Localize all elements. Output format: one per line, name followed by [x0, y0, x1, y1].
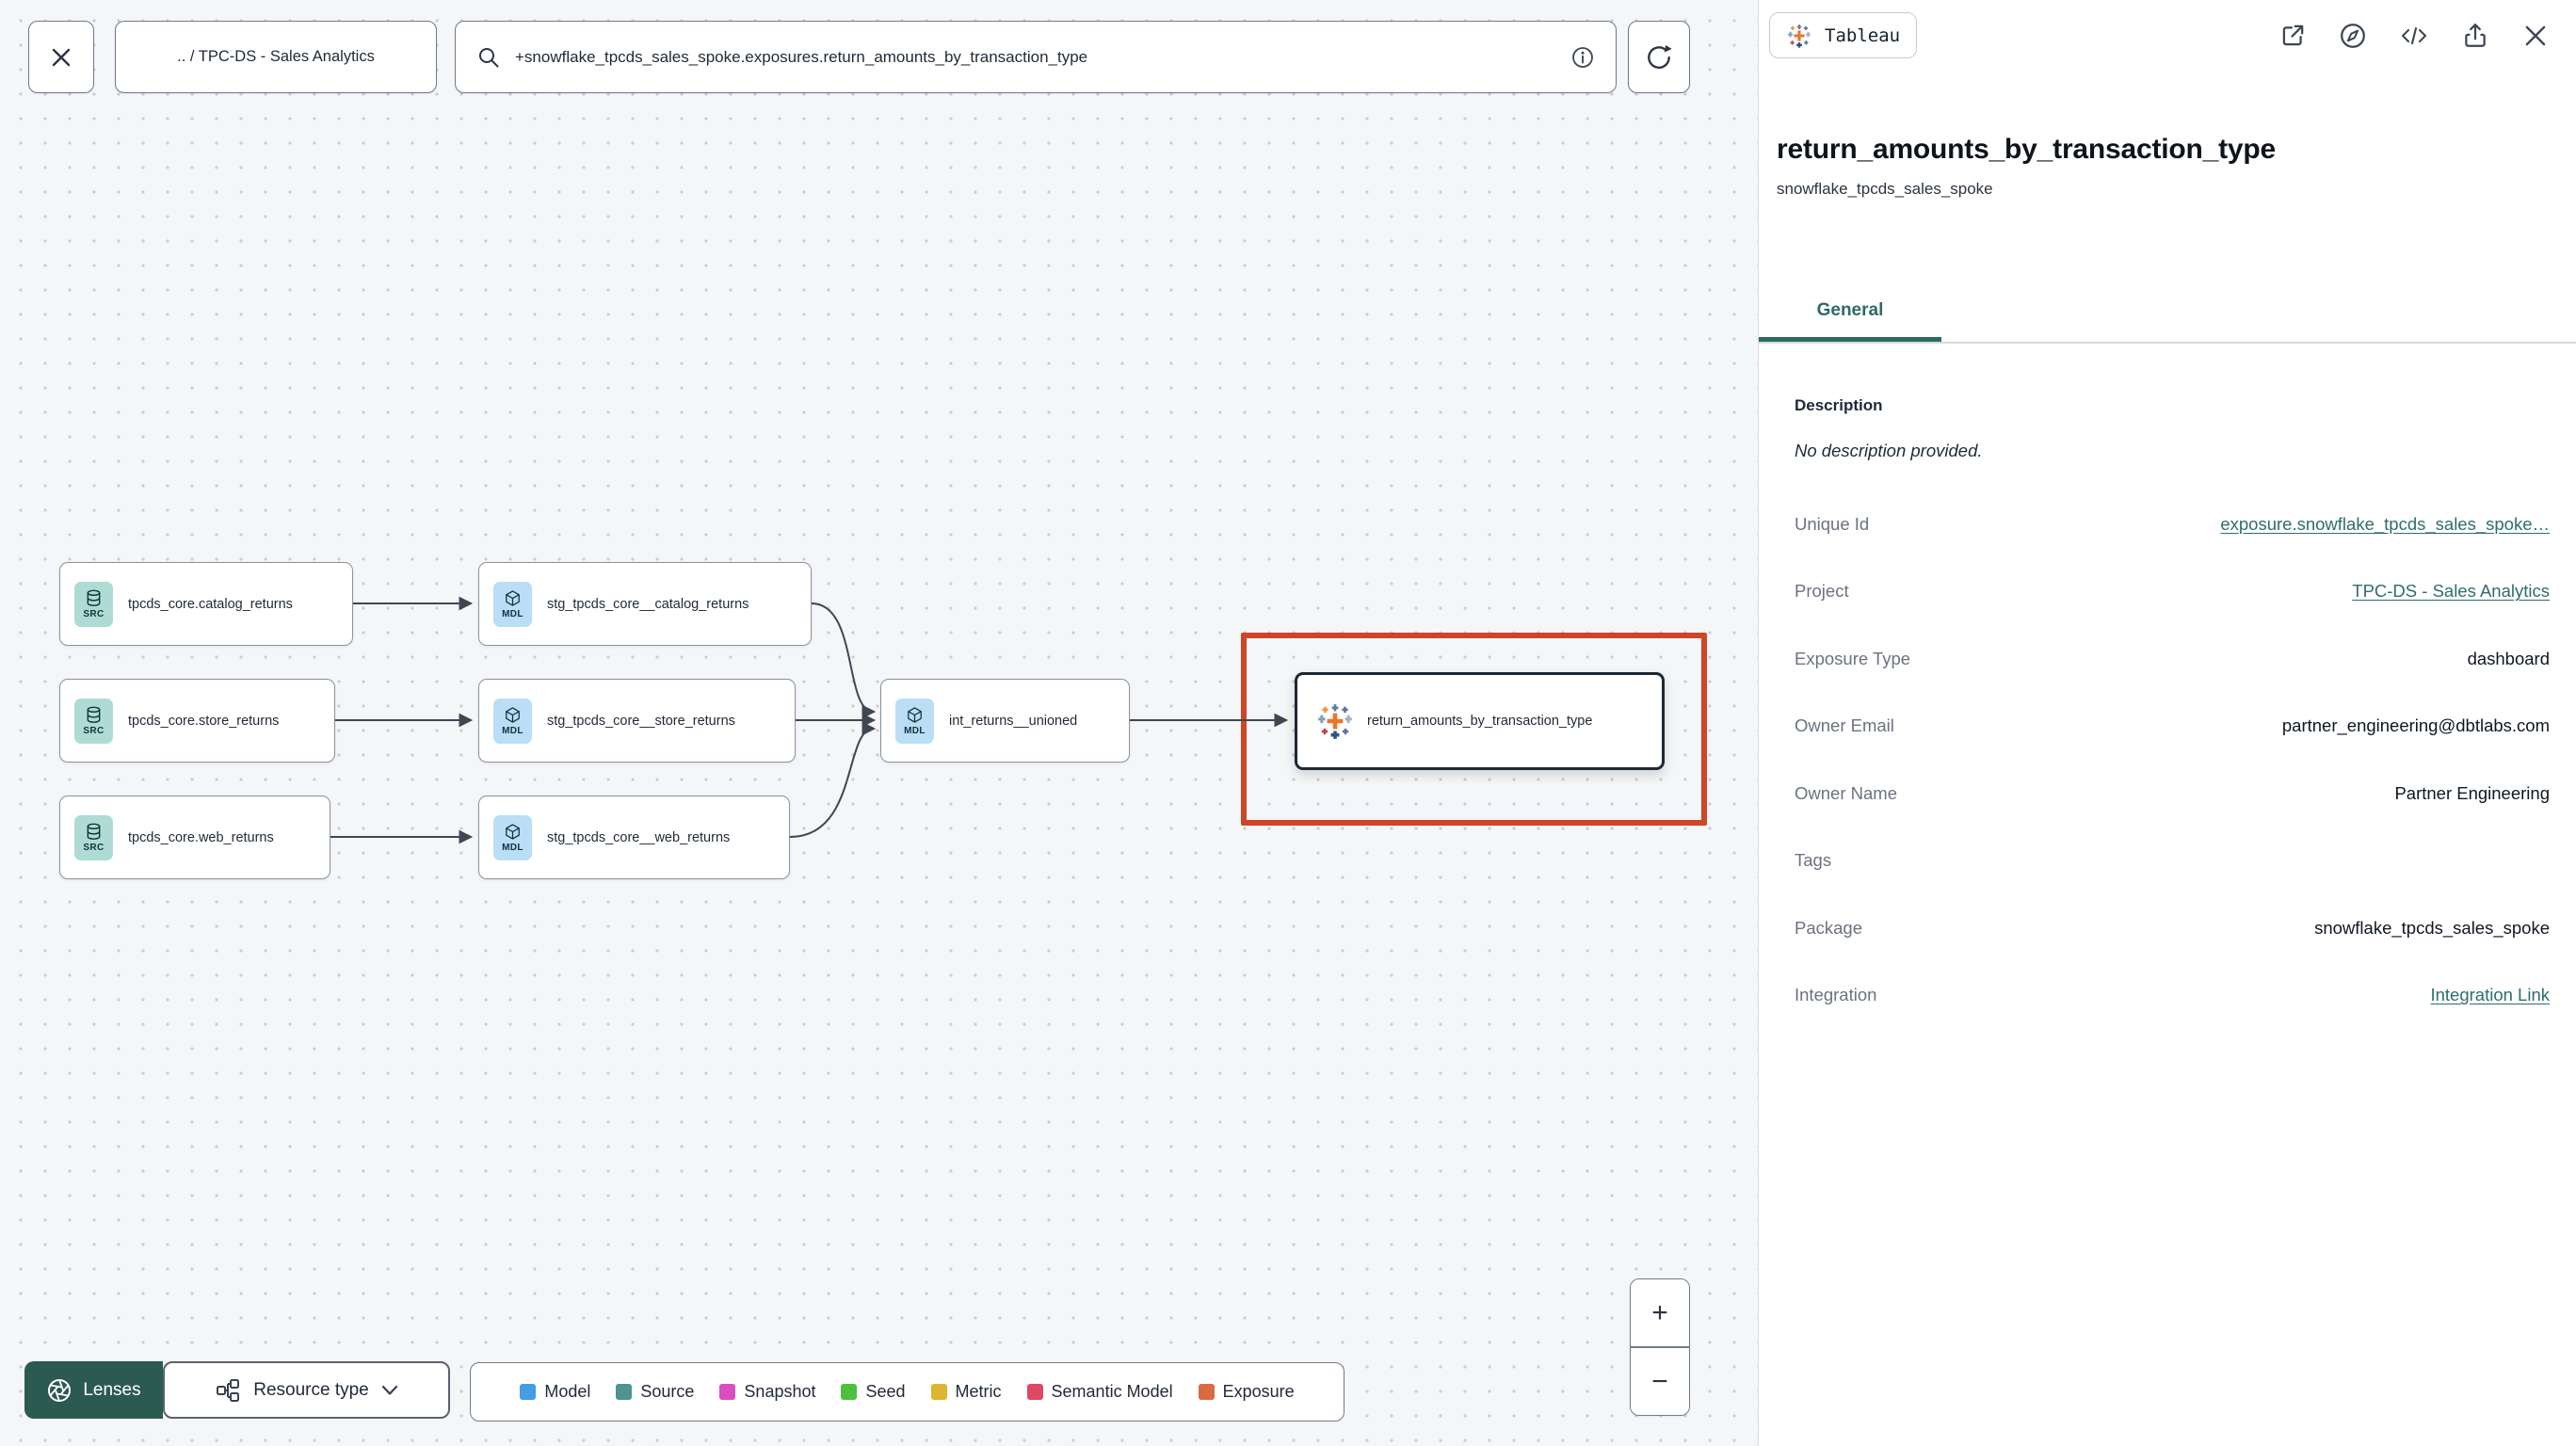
lineage-canvas[interactable]: .. / TPC-DS - Sales Analytics +snowflake…: [0, 0, 1758, 1446]
node-label: tpcds_core.catalog_returns: [128, 596, 293, 612]
page-title: return_amounts_by_transaction_type: [1777, 134, 2277, 165]
resource-type-icon: [217, 1378, 240, 1402]
exposure-type-value: dashboard: [2467, 648, 2550, 668]
tab-general[interactable]: General: [1759, 281, 1941, 342]
node-label: stg_tpcds_core__web_returns: [547, 829, 731, 845]
row-owner-name: Owner Name Partner Engineering: [1795, 782, 2550, 803]
cube-icon: [506, 706, 520, 723]
node-tpcds-core-web-returns[interactable]: SRC tpcds_core.web_returns: [59, 795, 330, 879]
node-return-amounts-by-transaction-type[interactable]: return_amounts_by_transaction_type: [1295, 672, 1665, 770]
node-label: stg_tpcds_core__catalog_returns: [547, 596, 749, 612]
row-tags: Tags: [1795, 850, 1832, 871]
exposure-swatch: [1198, 1384, 1215, 1400]
source-badge: SRC: [74, 814, 113, 860]
model-badge: MDL: [493, 698, 532, 744]
row-integration: Integration Integration Link: [1795, 985, 2550, 1005]
cube-icon: [908, 706, 922, 723]
node-label: int_returns__unioned: [949, 713, 1078, 729]
integration-badge-label: Tableau: [1825, 24, 1901, 46]
legend-item-snapshot: Snapshot: [719, 1382, 815, 1402]
lenses-aperture-icon: [48, 1378, 72, 1402]
legend-item-metric: Metric: [930, 1382, 1002, 1402]
row-project: Project TPC-DS - Sales Analytics: [1795, 581, 2550, 602]
zoom-controls: + −: [1630, 1278, 1690, 1416]
resource-type-legend: Model Source Snapshot Seed Metric Semant…: [470, 1362, 1344, 1422]
database-icon: [87, 706, 101, 723]
source-badge: SRC: [74, 581, 113, 627]
legend-item-exposure: Exposure: [1198, 1382, 1295, 1402]
model-badge: MDL: [493, 581, 532, 627]
node-label: tpcds_core.web_returns: [128, 829, 274, 845]
project-link[interactable]: TPC-DS - Sales Analytics: [2352, 581, 2550, 602]
node-tpcds-core-catalog-returns[interactable]: SRC tpcds_core.catalog_returns: [59, 562, 353, 646]
node-stg-web-returns[interactable]: MDL stg_tpcds_core__web_returns: [478, 795, 790, 879]
metric-swatch: [930, 1384, 947, 1400]
model-badge: MDL: [493, 814, 532, 860]
row-package: Package snowflake_tpcds_sales_spoke: [1795, 917, 2550, 938]
close-panel-icon[interactable]: [2521, 22, 2550, 50]
database-icon: [87, 589, 101, 606]
lenses-label: Lenses: [83, 1379, 141, 1400]
node-label: return_amounts_by_transaction_type: [1367, 714, 1593, 729]
source-swatch: [616, 1384, 633, 1400]
tableau-logo-icon: [1788, 24, 1811, 48]
source-badge: SRC: [74, 698, 113, 744]
chevron-down-icon: [381, 1385, 397, 1395]
row-unique-id: Unique Id exposure.snowflake_tpcds_sales…: [1795, 513, 2550, 535]
integration-link[interactable]: Integration Link: [2430, 985, 2550, 1005]
row-exposure-type: Exposure Type dashboard: [1795, 648, 2550, 668]
resource-type-dropdown[interactable]: Resource type: [163, 1361, 450, 1419]
cube-icon: [506, 823, 520, 840]
lenses-button[interactable]: Lenses: [24, 1361, 163, 1419]
node-label: stg_tpcds_core__store_returns: [547, 713, 735, 729]
database-icon: [87, 823, 101, 840]
owner-name-value: Partner Engineering: [2394, 782, 2550, 803]
node-stg-catalog-returns[interactable]: MDL stg_tpcds_core__catalog_returns: [478, 562, 812, 646]
unique-id-link[interactable]: exposure.snowflake_tpcds_sales_spoke…: [2220, 514, 2550, 535]
row-owner-email: Owner Email partner_engineering@dbtlabs.…: [1795, 715, 2550, 736]
description-heading: Description: [1795, 396, 1883, 414]
integration-badge: Tableau: [1769, 12, 1918, 58]
snapshot-swatch: [719, 1384, 736, 1400]
node-stg-store-returns[interactable]: MDL stg_tpcds_core__store_returns: [478, 679, 796, 763]
node-int-returns-unioned[interactable]: MDL int_returns__unioned: [880, 679, 1130, 763]
node-label: tpcds_core.store_returns: [128, 713, 280, 729]
panel-actions: [2278, 22, 2550, 50]
explore-icon[interactable]: [2339, 22, 2367, 50]
model-badge: MDL: [895, 698, 934, 744]
node-tpcds-core-store-returns[interactable]: SRC tpcds_core.store_returns: [59, 679, 335, 763]
tableau-logo-icon: [1318, 704, 1352, 739]
panel-tabs: General: [1759, 281, 2576, 344]
code-icon[interactable]: [2399, 23, 2429, 49]
legend-item-source: Source: [616, 1382, 694, 1402]
share-icon[interactable]: [2461, 22, 2489, 50]
open-in-new-icon[interactable]: [2278, 22, 2307, 50]
seed-swatch: [841, 1384, 858, 1400]
panel-header: Tableau: [1759, 0, 2576, 58]
legend-item-model: Model: [520, 1382, 590, 1402]
legend-item-seed: Seed: [841, 1382, 906, 1402]
description-empty-text: No description provided.: [1795, 441, 1983, 460]
panel-body: Description No description provided. Uni…: [1759, 396, 2576, 1029]
package-value: snowflake_tpcds_sales_spoke: [2314, 917, 2550, 938]
cube-icon: [506, 589, 520, 606]
details-panel: Tableau return_amounts_by_transaction_ty…: [1758, 0, 2576, 1446]
details-rows: Unique Id exposure.snowflake_tpcds_sales…: [1795, 490, 2550, 1029]
package-subtitle: snowflake_tpcds_sales_spoke: [1777, 180, 1993, 198]
legend-item-semantic-model: Semantic Model: [1026, 1382, 1173, 1402]
model-swatch: [520, 1384, 537, 1400]
zoom-in-button[interactable]: +: [1631, 1279, 1689, 1346]
zoom-out-button[interactable]: −: [1631, 1346, 1689, 1415]
semantic-model-swatch: [1026, 1384, 1043, 1400]
owner-email-value: partner_engineering@dbtlabs.com: [2281, 715, 2550, 736]
resource-type-label: Resource type: [253, 1379, 369, 1400]
